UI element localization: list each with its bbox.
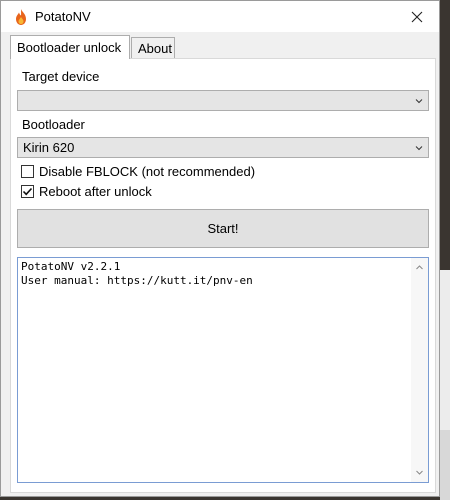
flame-icon — [16, 9, 26, 25]
desktop-background — [440, 0, 450, 500]
log-output[interactable]: PotatoNV v2.2.1 User manual: https://kut… — [17, 257, 429, 483]
target-device-select[interactable] — [17, 90, 429, 111]
disable-fblock-checkbox[interactable] — [21, 164, 34, 178]
disable-fblock-label: Disable FBLOCK (not recommended) — [39, 163, 256, 179]
tab-about[interactable]: About — [131, 37, 175, 59]
scroll-up-arrow-icon[interactable] — [415, 263, 424, 272]
disable-fblock-checkbox-row[interactable]: Disable FBLOCK (not recommended) — [21, 163, 255, 179]
chevron-down-icon — [415, 99, 423, 104]
scroll-down-arrow-icon[interactable] — [415, 468, 424, 477]
reboot-label: Reboot after unlock — [39, 183, 152, 199]
checkmark-icon — [22, 187, 33, 195]
vertical-scrollbar[interactable] — [411, 258, 428, 482]
bootloader-select[interactable]: Kirin 620 — [17, 137, 429, 158]
tab-bootloader-unlock[interactable]: Bootloader unlock — [10, 35, 130, 59]
reboot-checkbox[interactable] — [21, 184, 34, 198]
close-button[interactable] — [395, 1, 439, 32]
close-icon — [411, 11, 423, 22]
target-device-label: Target device — [22, 69, 100, 84]
bootloader-label: Bootloader — [22, 117, 85, 132]
bootloader-value: Kirin 620 — [23, 140, 75, 155]
reboot-checkbox-row[interactable]: Reboot after unlock — [21, 183, 152, 199]
app-window: PotatoNV Bootloader unlock About Target … — [0, 0, 440, 497]
log-text: PotatoNV v2.2.1 User manual: https://kut… — [21, 260, 253, 287]
start-button[interactable]: Start! — [17, 209, 429, 248]
title-bar[interactable]: PotatoNV — [1, 1, 439, 32]
bootloader-unlock-panel: Target device Bootloader Kirin 620 Disab… — [10, 58, 436, 493]
window-title: PotatoNV — [35, 9, 91, 24]
chevron-down-icon — [415, 146, 423, 151]
